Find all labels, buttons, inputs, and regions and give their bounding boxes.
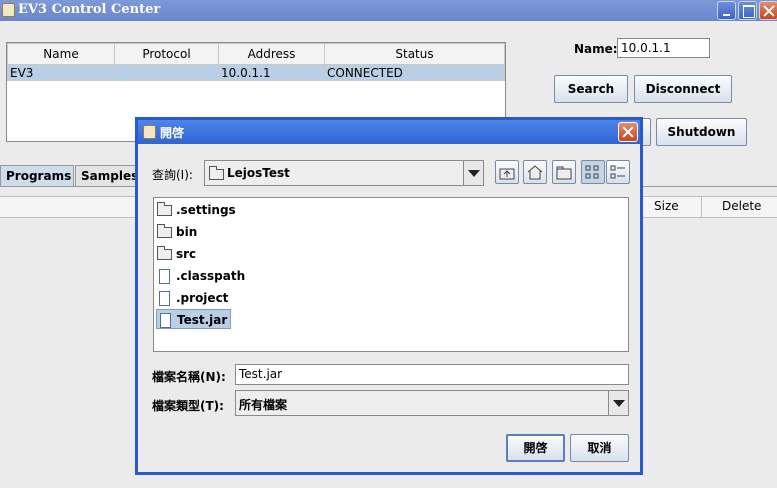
column-header-protocol[interactable]: Protocol [114, 43, 219, 65]
home-icon [527, 165, 543, 180]
list-item[interactable]: .project [156, 288, 231, 308]
device-address-cell[interactable]: 10.0.1.1 [218, 64, 325, 81]
folder-icon [157, 224, 172, 238]
look-in-dropdown[interactable]: LejosTest [204, 160, 484, 186]
list-item[interactable]: bin [156, 222, 200, 242]
file-type-label: 檔案類型(T): [152, 399, 224, 413]
file-type-dropdown[interactable]: 所有檔案 [235, 390, 629, 416]
file-name-field[interactable]: Test.jar [235, 364, 629, 385]
details-view-icon [610, 165, 625, 179]
open-button[interactable]: 開啓 [506, 434, 565, 462]
open-file-dialog: 開啓 查詢(I): LejosTest .settings bin src .c… [135, 117, 643, 475]
column-header-address[interactable]: Address [218, 43, 325, 65]
main-title-bar[interactable]: EV3 Control Center [0, 0, 777, 21]
table-row[interactable]: EV3 10.0.1.1 CONNECTED [7, 64, 505, 81]
name-input[interactable]: 10.0.1.1 [617, 38, 710, 58]
shutdown-button[interactable]: Shutdown [656, 118, 747, 146]
dialog-title: 開啓 [160, 126, 185, 140]
minimize-icon[interactable] [717, 1, 736, 20]
java-app-icon [143, 125, 156, 139]
list-view-button[interactable] [581, 160, 605, 184]
list-item[interactable]: .classpath [156, 266, 248, 286]
dialog-title-bar[interactable]: 開啓 [138, 120, 640, 144]
details-view-button[interactable] [606, 160, 630, 184]
look-in-value: LejosTest [227, 166, 290, 180]
file-name: .classpath [176, 269, 246, 283]
close-icon[interactable] [618, 122, 638, 142]
new-folder-icon [556, 166, 572, 180]
list-item[interactable]: .settings [156, 200, 239, 220]
column-header-name[interactable]: Name [7, 43, 115, 65]
file-list[interactable]: .settings bin src .classpath .project Te… [153, 197, 629, 352]
file-name: .project [176, 291, 229, 305]
column-header-delete[interactable]: Delete [722, 199, 761, 213]
chevron-down-icon[interactable] [463, 161, 483, 185]
tab-samples[interactable]: Samples [75, 165, 141, 187]
devices-grid: Name Protocol Address Status EV3 10.0.1.… [7, 43, 505, 81]
file-name: Test.jar [177, 313, 228, 327]
chevron-down-icon[interactable] [608, 391, 628, 415]
search-button[interactable]: Search [554, 75, 628, 103]
column-header-status[interactable]: Status [324, 43, 505, 65]
file-icon [159, 291, 170, 306]
tab-programs[interactable]: Programs [0, 165, 74, 187]
window-title: EV3 Control Center [18, 2, 161, 17]
file-type-value: 所有檔案 [239, 398, 288, 412]
file-name: .settings [176, 203, 236, 217]
device-status-cell[interactable]: CONNECTED [324, 64, 505, 81]
devices-header-row: Name Protocol Address Status [7, 43, 505, 65]
device-name-cell[interactable]: EV3 [7, 64, 115, 81]
list-item-selected[interactable]: Test.jar [156, 309, 232, 329]
file-name: src [176, 247, 197, 261]
column-divider [701, 197, 702, 218]
file-name: bin [176, 225, 198, 239]
java-app-icon [2, 3, 15, 17]
device-protocol-cell[interactable] [114, 64, 219, 81]
list-view-icon [585, 165, 599, 179]
up-folder-button[interactable] [495, 160, 519, 184]
folder-icon [157, 246, 172, 260]
look-in-label: 查詢(I): [152, 168, 193, 182]
up-folder-icon [499, 168, 515, 180]
cancel-button[interactable]: 取消 [570, 434, 629, 462]
disconnect-button[interactable]: Disconnect [634, 75, 732, 103]
folder-icon [157, 202, 172, 216]
column-header-size[interactable]: Size [654, 199, 679, 213]
new-folder-button[interactable] [552, 160, 576, 184]
list-item[interactable]: src [156, 244, 199, 264]
name-label: Name: [574, 42, 618, 56]
folder-icon [209, 166, 224, 180]
file-name-label: 檔案名稱(N): [152, 370, 226, 384]
close-icon[interactable] [759, 1, 777, 20]
home-button[interactable] [523, 160, 547, 184]
file-icon [159, 269, 170, 284]
file-icon [160, 313, 171, 328]
maximize-icon[interactable] [738, 1, 757, 20]
